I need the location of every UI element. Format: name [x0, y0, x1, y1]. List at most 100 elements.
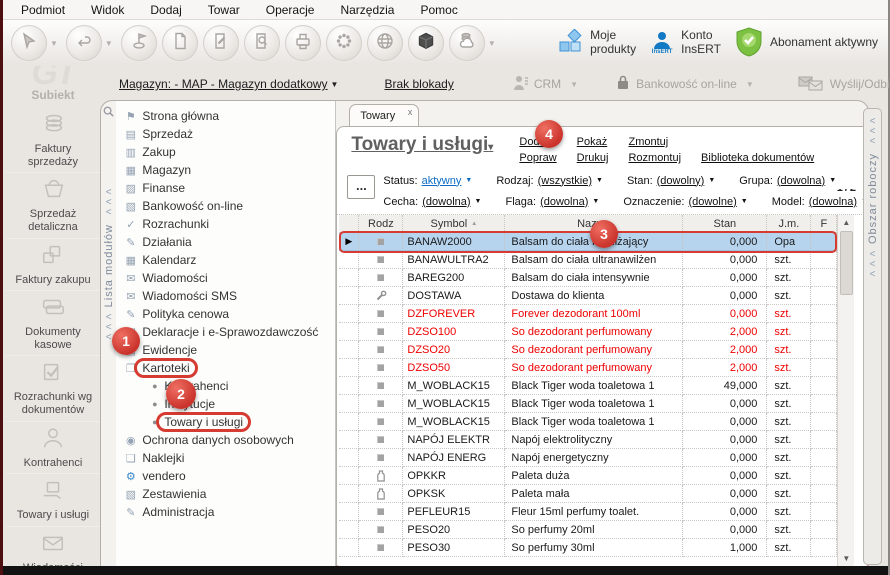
- tree-item-zakup[interactable]: ▥Zakup: [122, 143, 335, 161]
- refresh-spinner-button[interactable]: [326, 25, 362, 61]
- collapse-chevrons[interactable]: <<<: [870, 250, 876, 280]
- edit-document-button[interactable]: [203, 25, 239, 61]
- menu-item-1[interactable]: Widok: [91, 3, 124, 17]
- table-row-PESO20[interactable]: PESO20So perfumy 20ml0,000szt.: [339, 521, 837, 539]
- filter-stan[interactable]: Stan:(dowolny)▼: [627, 175, 715, 187]
- obszar-roboczy-strip[interactable]: <<< Obszar roboczy <<<: [863, 108, 882, 565]
- table-row-PESO30[interactable]: PESO30So perfumy 30ml1,000szt.: [339, 539, 837, 557]
- moje-produkty-button[interactable]: Mojeprodukty: [557, 29, 636, 58]
- print-button[interactable]: [285, 25, 321, 61]
- menu-item-3[interactable]: Towar: [208, 3, 240, 17]
- konto-insert-button[interactable]: InsERT KontoInsERT: [650, 29, 721, 57]
- table-row-NAP-J-ENERG[interactable]: NAPÓJ ENERGNapój energetyczny0,000szt.: [339, 449, 837, 467]
- menu-item-2[interactable]: Dodaj: [150, 3, 181, 17]
- filter-grupa[interactable]: Grupa:(dowolna)▼: [739, 175, 836, 187]
- flag-button[interactable]: [121, 25, 157, 61]
- sidebar-item-dokumenty-kasowe[interactable]: Dokumentykasowe: [6, 290, 100, 355]
- table-row-PEFLEUR15[interactable]: PEFLEUR15Fleur 15ml perfumy toalet.0,000…: [339, 503, 837, 521]
- filter-rodzaj[interactable]: Rodzaj:(wszystkie)▼: [496, 175, 603, 187]
- tree-item-wiadomosci[interactable]: ✉Wiadomości: [122, 269, 335, 287]
- sidebar-item-sprzedaz-detaliczna[interactable]: Sprzedażdetaliczna: [6, 172, 100, 237]
- column-header-Symbol[interactable]: Symbol▲: [403, 215, 505, 233]
- tree-item-rozrachunki[interactable]: ✓Rozrachunki: [122, 215, 335, 233]
- collapse-chevrons[interactable]: <<<: [870, 117, 876, 147]
- page-title[interactable]: Towary i usługi▾: [351, 134, 519, 164]
- tree-item-bankowosc-on-line[interactable]: ▧Bankowość on-line: [122, 197, 335, 215]
- table-row-BANAW2000[interactable]: ▶BANAW2000Balsam do ciała nawilżający0,0…: [339, 233, 837, 251]
- table-scrollbar[interactable]: ▲ ▼: [837, 215, 854, 566]
- table-row-DOSTAWA[interactable]: DOSTAWADostawa do klienta0,000szt.: [339, 287, 837, 305]
- table-row-NAP-J-ELEKTR[interactable]: NAPÓJ ELEKTRNapój elektrolityczny0,000sz…: [339, 431, 837, 449]
- scroll-down-icon[interactable]: ▼: [842, 551, 850, 566]
- dropdown-caret-icon[interactable]: ▼: [488, 39, 496, 48]
- tree-item-finanse[interactable]: ▨Finanse: [122, 179, 335, 197]
- tree-item-ewidencje[interactable]: ▤Ewidencje: [122, 341, 335, 359]
- sidebar-item-faktury-sprzedazy[interactable]: Fakturysprzedaży: [6, 108, 100, 172]
- tree-item-towary-i-uslugi[interactable]: ●Towary i usługi: [122, 413, 335, 431]
- sidebar-item-towary-i-uslugi[interactable]: Towary i usługi: [6, 473, 100, 526]
- tree-item-deklaracje[interactable]: ❏Deklaracje i e-Sprawozdawczość: [122, 323, 335, 341]
- tree-item-ochrona-danych[interactable]: ◉Ochrona danych osobowych: [122, 431, 335, 449]
- collapse-chevrons[interactable]: <<<: [106, 188, 112, 218]
- menu-item-4[interactable]: Operacje: [266, 3, 315, 17]
- bankowosc-button[interactable]: Bankowość on-line▼: [616, 75, 754, 93]
- send-back-button[interactable]: [66, 25, 102, 61]
- dropdown-caret-icon[interactable]: ▼: [105, 39, 113, 48]
- tree-item-magazyn[interactable]: ▦Magazyn: [122, 161, 335, 179]
- table-row-BAREG200[interactable]: BAREG200Balsam do ciała intensywnie0,000…: [339, 269, 837, 287]
- table-row-M-WOBLACK15[interactable]: M_WOBLACK15Black Tiger woda toaletowa 10…: [339, 395, 837, 413]
- sidebar-item-faktury-zakupu[interactable]: Faktury zakupu: [6, 238, 100, 291]
- column-header-J.m.[interactable]: J.m.: [767, 215, 811, 233]
- blokada-link[interactable]: Brak blokady: [384, 77, 453, 91]
- filter-model[interactable]: Model:(dowolna)▼: [772, 196, 868, 208]
- dropdown-caret-icon[interactable]: ▼: [50, 39, 58, 48]
- tree-item-polityka-cenowa[interactable]: ✎Polityka cenowa: [122, 305, 335, 323]
- tree-item-kalendarz[interactable]: ▦Kalendarz: [122, 251, 335, 269]
- tree-item-naklejki[interactable]: ❏Naklejki: [122, 449, 335, 467]
- cloud-database-button[interactable]: [449, 25, 485, 61]
- table-row-BANAWULTRA2[interactable]: BANAWULTRA2Balsam do ciała ultranawilżen…: [339, 251, 837, 269]
- sidebar-item-rozrachunki-wg-dokumentow[interactable]: Rozrachunki wgdokumentów: [6, 355, 100, 420]
- globe-button[interactable]: [367, 25, 403, 61]
- column-header-F[interactable]: F: [811, 215, 837, 233]
- action-rozmontuj[interactable]: Rozmontuj: [628, 152, 681, 164]
- cube-button[interactable]: [408, 25, 444, 61]
- tab-close-icon[interactable]: x: [408, 107, 413, 117]
- filter-cecha[interactable]: Cecha:(dowolna)▼: [383, 196, 481, 208]
- tab-towary[interactable]: Towary x: [349, 104, 419, 128]
- new-document-button[interactable]: [162, 25, 198, 61]
- menu-item-0[interactable]: Podmiot: [21, 3, 65, 17]
- tree-item-kontrahenci[interactable]: ●Kontrahenci: [122, 377, 335, 395]
- column-header-pointer[interactable]: [339, 215, 359, 233]
- menu-item-5[interactable]: Narzędzia: [340, 3, 394, 17]
- tree-item-wiadomosci-sms[interactable]: ✉Wiadomości SMS: [122, 287, 335, 305]
- preview-document-button[interactable]: [244, 25, 280, 61]
- more-filters-button[interactable]: ...: [347, 175, 375, 199]
- filter-oznaczenie[interactable]: Oznaczenie:(dowolne)▼: [623, 196, 747, 208]
- collapse-chevrons[interactable]: <<<: [106, 313, 112, 343]
- table-row-OPKKR[interactable]: OPKKRPaleta duża0,000szt.: [339, 467, 837, 485]
- action-popraw[interactable]: Popraw: [519, 152, 556, 164]
- tree-item-sprzedaz[interactable]: ▤Sprzedaż: [122, 125, 335, 143]
- wyslij-odbierz-button[interactable]: Wyślij/Odbierz▼: [798, 75, 890, 94]
- table-row-DZFOREVER[interactable]: DZFOREVERForever dezodorant 100ml0,000sz…: [339, 305, 837, 323]
- tree-item-strona-glowna[interactable]: ⚑Strona główna: [122, 107, 335, 125]
- table-row-DZSO20[interactable]: DZSO20So dezodorant perfumowany2,000szt.: [339, 341, 837, 359]
- action-drukuj[interactable]: Drukuj: [577, 152, 609, 164]
- action-poka-[interactable]: Pokaż: [577, 136, 609, 148]
- sidebar-item-kontrahenci[interactable]: Kontrahenci: [6, 421, 100, 474]
- abonament-status[interactable]: Abonament aktywny: [735, 27, 878, 60]
- tree-item-dzialania[interactable]: ✎Działania: [122, 233, 335, 251]
- magazyn-selector[interactable]: Magazyn: - MAP - Magazyn dodatkowy: [119, 77, 328, 91]
- table-row-DZSO50[interactable]: DZSO50So dezodorant perfumowany2,000szt.: [339, 359, 837, 377]
- table-row-DZSO100[interactable]: DZSO100So dezodorant perfumowany2,000szt…: [339, 323, 837, 341]
- filter-status[interactable]: Status:aktywny▼: [383, 175, 472, 187]
- filter-flaga[interactable]: Flaga:(dowolna)▼: [505, 196, 599, 208]
- table-row-OPKSK[interactable]: OPKSKPaleta mała0,000szt.: [339, 485, 837, 503]
- crm-button[interactable]: CRM▼: [512, 75, 578, 94]
- scrollbar-thumb[interactable]: [840, 231, 853, 295]
- tree-item-administracja[interactable]: ✎Administracja: [122, 503, 335, 521]
- table-row-M-WOBLACK15[interactable]: M_WOBLACK15Black Tiger woda toaletowa 14…: [339, 377, 837, 395]
- select-arrow-button[interactable]: [11, 25, 47, 61]
- action-biblioteka-dokument-w[interactable]: Biblioteka dokumentów: [701, 152, 814, 164]
